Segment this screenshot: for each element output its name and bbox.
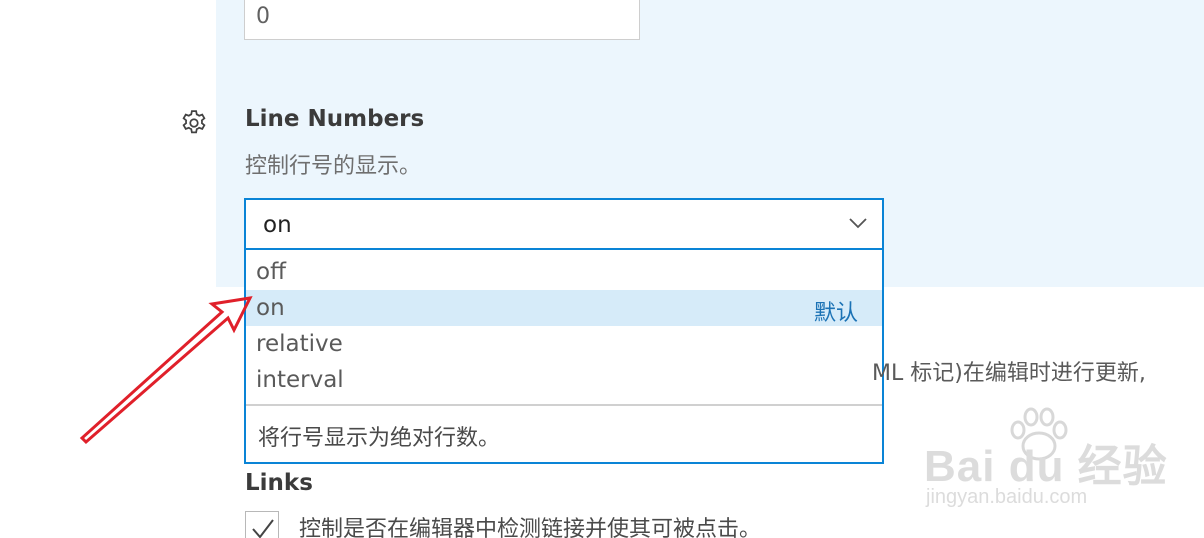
annotation-arrow [79,296,253,445]
settings-page: 0 Line Numbers 控制行号的显示。 on off on 默认 rel… [0,0,1204,538]
